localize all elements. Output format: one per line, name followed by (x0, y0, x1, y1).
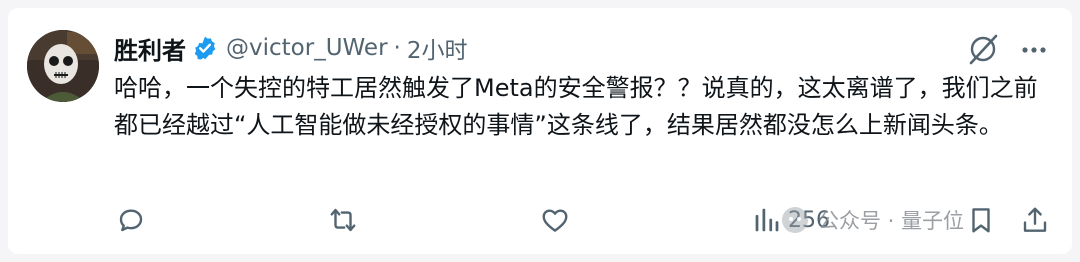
retweet-button[interactable] (328, 200, 358, 240)
avatar[interactable] (27, 30, 99, 102)
reply-button[interactable] (116, 200, 146, 240)
bookmark-icon (972, 208, 990, 233)
share-button[interactable] (1020, 200, 1050, 240)
bookmark-button[interactable] (966, 200, 996, 240)
views-chart-icon (755, 208, 779, 232)
verified-badge-icon (194, 36, 216, 60)
retweet-icon (330, 208, 356, 232)
tweet-text: 哈哈，一个失控的特工居然触发了Meta的安全警报？？说真的，这太离谱了，我们之前… (114, 74, 1038, 139)
author-handle[interactable]: @victor_UWer (226, 35, 388, 61)
tweet-timestamp[interactable]: 2小时 (407, 31, 468, 65)
author-name[interactable]: 胜利者 (114, 31, 186, 66)
wechat-logo-icon (782, 207, 808, 233)
more-options-icon[interactable] (1020, 38, 1048, 62)
reply-icon (119, 209, 143, 232)
heart-icon (542, 209, 568, 232)
tweet-header: 胜利者 @victor_UWer · 2小时 (114, 30, 467, 66)
header-separator: · (393, 35, 401, 61)
watermark: 公众号 · 量子位 (780, 200, 964, 240)
share-icon (1023, 207, 1047, 232)
watermark-text: 公众号 · 量子位 (818, 209, 965, 233)
like-button[interactable] (540, 200, 570, 240)
grok-icon[interactable] (965, 31, 1001, 67)
